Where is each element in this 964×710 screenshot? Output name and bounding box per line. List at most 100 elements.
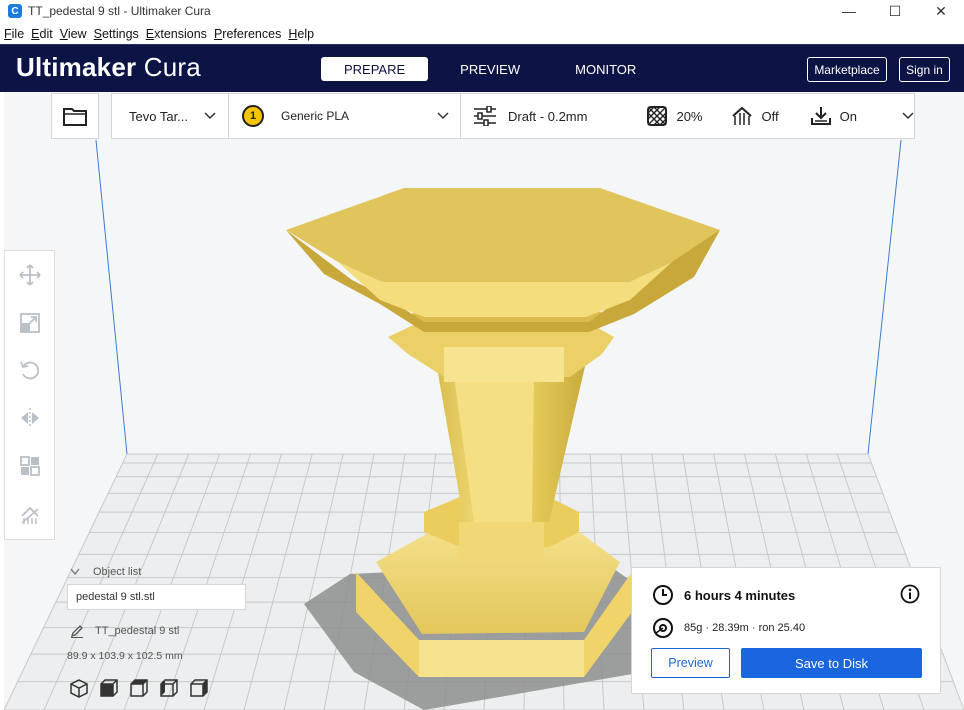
clock-icon — [653, 585, 673, 605]
chevron-down-icon — [204, 112, 216, 120]
rotate-icon — [20, 361, 40, 380]
save-to-disk-button[interactable]: Save to Disk — [741, 648, 922, 678]
chevron-down-icon — [437, 112, 449, 120]
menu-settings-rest: ettings — [101, 26, 139, 41]
print-setup-bar: Tevo Tar... 1 Generic PLA Draft - 0.2mm … — [111, 93, 915, 139]
per-model-settings-icon — [20, 456, 40, 476]
view-top-button[interactable] — [128, 678, 150, 698]
object-list-label: Object list — [93, 566, 142, 578]
build-volume-edge — [867, 139, 902, 455]
per-model-settings-button[interactable] — [18, 454, 42, 478]
toolbar-divider — [460, 94, 461, 138]
move-icon — [19, 264, 41, 286]
material-selector[interactable]: 1 Generic PLA — [242, 94, 460, 138]
object-list-toggle[interactable]: Object list — [70, 566, 141, 578]
menu-help-rest: elp — [297, 26, 315, 41]
menu-extensions-rest: xtensions — [154, 26, 207, 41]
camera-view-buttons — [68, 678, 218, 698]
scale-tool-button[interactable] — [18, 311, 42, 335]
adhesion-icon — [810, 107, 831, 125]
sign-in-button[interactable]: Sign in — [899, 57, 950, 82]
view-3d-button[interactable] — [68, 678, 90, 698]
pencil-icon — [70, 625, 83, 638]
brand-logo: Ultimaker Cura — [16, 52, 201, 83]
top-view-icon — [130, 679, 148, 697]
rotate-tool-button[interactable] — [18, 358, 42, 382]
preview-button[interactable]: Preview — [651, 648, 730, 678]
menu-settings-accel: S — [93, 26, 102, 41]
menu-bar: File Edit View Settings Extensions Prefe… — [0, 23, 964, 44]
minimize-button[interactable]: — — [826, 0, 872, 22]
adhesion-value: On — [839, 108, 857, 124]
build-volume-edge — [95, 139, 128, 455]
brand-name: Ultimaker — [16, 52, 137, 82]
material-name: Generic PLA — [281, 109, 350, 123]
marketplace-button[interactable]: Marketplace — [807, 57, 887, 82]
window-controls: — ☐ ✕ — [826, 0, 964, 22]
print-time-row: 6 hours 4 minutes — [652, 584, 795, 606]
printer-name: Tevo Tar... — [129, 108, 189, 124]
app-header: Ultimaker Cura PREPARE PREVIEW MONITOR M… — [0, 44, 964, 92]
front-view-icon — [100, 679, 118, 697]
object-name: TT_pedestal 9 stl — [95, 625, 180, 637]
material-usage: 85g · 28.39m · ron 25.40 — [684, 622, 806, 634]
menu-file-accel: F — [4, 26, 12, 41]
menu-extensions[interactable]: Extensions — [146, 27, 207, 41]
filament-spool-icon — [653, 618, 673, 638]
object-name-row[interactable]: TT_pedestal 9 stl — [70, 624, 179, 638]
material-usage-row: 85g · 28.39m · ron 25.40 — [652, 617, 805, 639]
support-blocker-button[interactable] — [18, 503, 42, 527]
settings-sliders-icon — [474, 106, 496, 126]
chevron-down-icon — [902, 112, 914, 120]
model-cap-top — [286, 188, 720, 282]
menu-preferences-rest: references — [222, 26, 282, 41]
menu-extensions-accel: E — [145, 26, 155, 41]
menu-settings[interactable]: Settings — [94, 27, 139, 41]
open-file-button[interactable] — [51, 93, 99, 139]
brand-product: Cura — [136, 52, 201, 82]
tab-monitor[interactable]: MONITOR — [552, 57, 659, 81]
folder-icon — [63, 108, 87, 126]
printer-selector[interactable]: Tevo Tar... — [129, 94, 229, 138]
right-view-icon — [190, 679, 208, 697]
menu-view-rest: iew — [67, 26, 87, 41]
support-icon — [731, 106, 752, 125]
menu-preferences[interactable]: Preferences — [214, 27, 281, 41]
tab-preview[interactable]: PREVIEW — [437, 57, 543, 81]
profile-name: Draft - 0.2mm — [508, 108, 588, 124]
infill-value: 20% — [676, 108, 703, 124]
mirror-tool-button[interactable] — [18, 406, 42, 430]
close-button[interactable]: ✕ — [918, 0, 964, 22]
menu-help[interactable]: Help — [288, 27, 314, 41]
model-base-collar — [459, 522, 544, 562]
view-right-button[interactable] — [188, 678, 210, 698]
info-icon[interactable] — [900, 584, 920, 604]
chevron-down-icon — [70, 568, 80, 576]
print-time: 6 hours 4 minutes — [684, 587, 796, 603]
menu-view-accel: V — [59, 26, 68, 41]
tool-panel — [4, 250, 55, 540]
tab-prepare[interactable]: PREPARE — [321, 57, 429, 81]
menu-edit-accel: E — [31, 26, 40, 41]
support-value: Off — [761, 108, 779, 124]
menu-edit[interactable]: Edit — [31, 27, 53, 41]
move-tool-button[interactable] — [18, 263, 42, 287]
view-left-button[interactable] — [158, 678, 180, 698]
scale-icon — [20, 313, 40, 333]
mirror-icon — [21, 408, 39, 428]
stage-tabs: PREPARE PREVIEW MONITOR — [321, 57, 668, 81]
toolbar-divider — [228, 94, 229, 138]
cura-app-icon: C — [8, 4, 22, 18]
print-settings-selector[interactable]: Draft - 0.2mm 20% Off On — [473, 94, 914, 138]
object-list-item[interactable]: pedestal 9 stl.stl — [67, 584, 246, 610]
menu-file-rest: ile — [11, 26, 25, 41]
object-dimensions: 89.9 x 103.9 x 102.5 mm — [67, 650, 183, 662]
extruder-badge: 1 — [242, 105, 264, 127]
view-front-button[interactable] — [98, 678, 120, 698]
window-title-bar: C TT_pedestal 9 stl - Ultimaker Cura — ☐… — [0, 0, 964, 22]
3d-view-icon — [70, 679, 88, 698]
menu-file[interactable]: File — [4, 27, 24, 41]
menu-view[interactable]: View — [60, 27, 87, 41]
menu-edit-rest: dit — [39, 26, 53, 41]
maximize-button[interactable]: ☐ — [872, 0, 918, 22]
